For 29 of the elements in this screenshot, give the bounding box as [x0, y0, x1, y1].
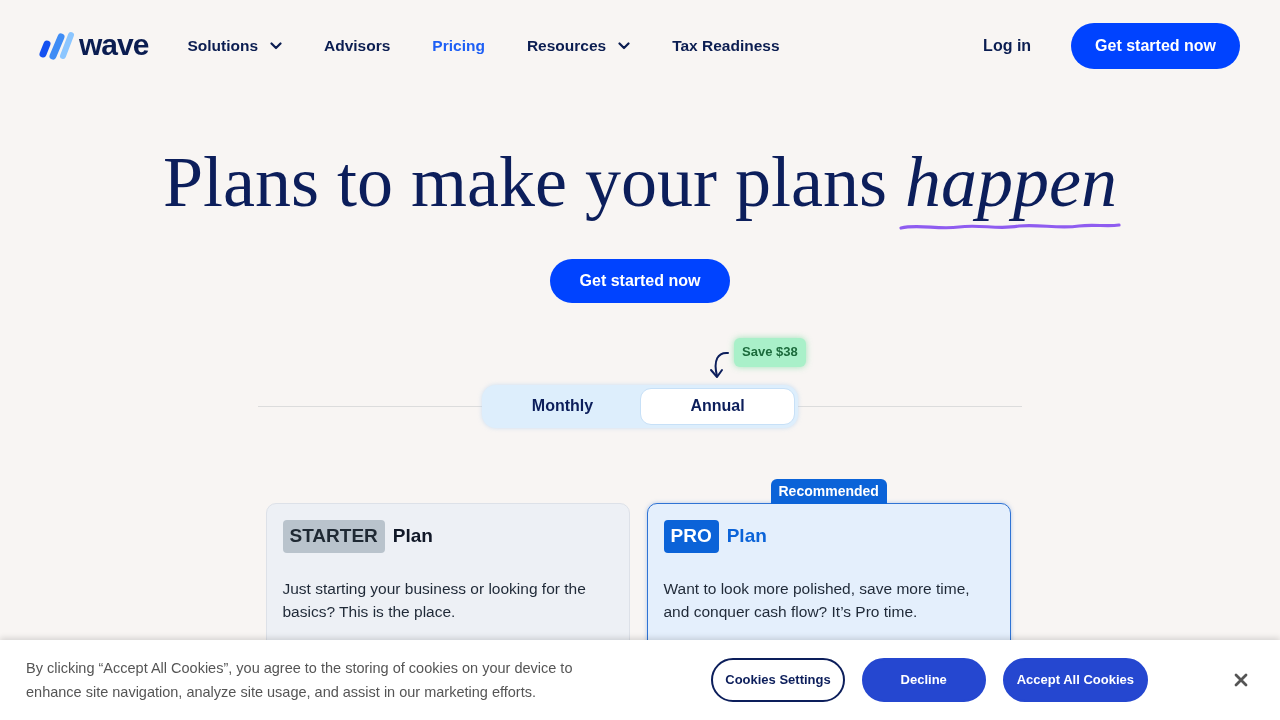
nav-link[interactable]: Resources — [526, 34, 607, 58]
hero-headline: Plans to make your plans happen — [163, 145, 1117, 221]
cookie-action-button[interactable]: Accept All Cookies — [1002, 658, 1148, 702]
nav-link[interactable]: Tax Readiness — [672, 34, 780, 58]
hero-get-started-button[interactable]: Get started now — [550, 258, 730, 303]
close-button[interactable] — [1232, 671, 1250, 689]
login-link[interactable]: Log in — [983, 34, 1032, 58]
savings-badge: Save $38 — [734, 337, 806, 367]
billing-option-tab[interactable]: Annual — [640, 387, 795, 425]
nav-link[interactable]: Solutions — [187, 34, 258, 58]
billing-option-tab[interactable]: Monthly — [485, 387, 640, 425]
cookie-notice-text: By clicking “Accept All Cookies”, you agree to the storing of cookies on your device to enhance site navigation, analyze site usage, and assist in our marketing efforts. — [26, 659, 574, 702]
nav-link[interactable]: Advisors — [324, 34, 391, 58]
get-started-button[interactable]: Get started now — [1071, 23, 1240, 69]
cookie-action-button[interactable]: Decline — [861, 658, 986, 702]
logo-icon — [38, 31, 76, 61]
close-icon — [1234, 673, 1248, 687]
cookie-action-button[interactable]: Cookies Settings — [711, 658, 845, 702]
plan-title: Plan — [726, 523, 767, 548]
plan-tag: STARTER — [282, 519, 385, 553]
plan-description: Just starting your business or looking for the basics? This is the place. — [282, 578, 587, 622]
plan-description: Want to look more polished, save more time, and conquer cash flow? It’s Pro time. — [663, 578, 971, 622]
plan-title: Plan — [392, 523, 433, 548]
squiggle-underline-icon — [898, 221, 1121, 232]
logo-wordmark[interactable]: wave — [79, 30, 149, 62]
nav-link[interactable]: Pricing — [432, 34, 485, 58]
curved-arrow-icon — [708, 349, 730, 380]
recommended-ribbon: Recommended — [770, 478, 887, 504]
plan-tag: PRO — [663, 519, 719, 553]
